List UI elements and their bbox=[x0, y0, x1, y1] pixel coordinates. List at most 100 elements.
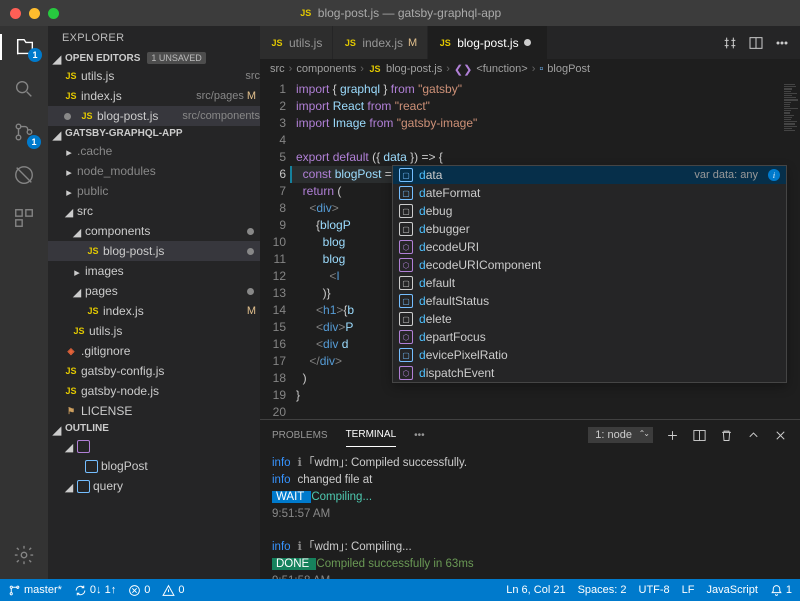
tree-item[interactable]: JSgatsby-config.js bbox=[48, 361, 260, 381]
editor-tabs: JSutils.jsJSindex.jsMJSblog-post.js bbox=[260, 26, 800, 59]
var-icon: ▢ bbox=[399, 294, 413, 308]
encoding[interactable]: UTF-8 bbox=[639, 584, 670, 596]
kw-icon: ▢ bbox=[399, 312, 413, 326]
tree-item[interactable]: ⚑LICENSE bbox=[48, 401, 260, 421]
split-terminal-icon[interactable] bbox=[692, 428, 707, 443]
outline-item[interactable]: blogPost bbox=[48, 456, 260, 476]
sidebar: EXPLORER ◢OPEN EDITORS1 UNSAVED JSutils.… bbox=[48, 26, 260, 579]
tree-item[interactable]: JSblog-post.js bbox=[48, 241, 260, 261]
panel-more[interactable]: ••• bbox=[414, 424, 425, 447]
tab-terminal[interactable]: TERMINAL bbox=[346, 423, 397, 447]
tree-item[interactable]: ◢components bbox=[48, 221, 260, 241]
info-icon[interactable]: i bbox=[768, 169, 780, 181]
js-file-icon: JS bbox=[64, 364, 78, 378]
suggest-item[interactable]: ▢default bbox=[393, 274, 786, 292]
trash-icon[interactable] bbox=[719, 428, 734, 443]
open-editor-item[interactable]: JSindex.jssrc/pagesM bbox=[48, 86, 260, 106]
extensions-icon[interactable] bbox=[13, 207, 35, 232]
tree-item[interactable]: ▸.cache bbox=[48, 141, 260, 161]
suggest-item[interactable]: ▢datavar data: anyi bbox=[393, 166, 786, 184]
js-file-icon: JS bbox=[80, 109, 94, 123]
source-control-icon[interactable]: 1 bbox=[13, 121, 35, 146]
kw-icon: ▢ bbox=[399, 204, 413, 218]
close-panel-icon[interactable] bbox=[773, 428, 788, 443]
suggest-item[interactable]: ⬡decodeURI bbox=[393, 238, 786, 256]
suggest-item[interactable]: ▢debugger bbox=[393, 220, 786, 238]
editor-tab[interactable]: JSindex.jsM bbox=[333, 26, 428, 59]
tree-item[interactable]: ▸node_modules bbox=[48, 161, 260, 181]
error-count[interactable]: 0 bbox=[128, 584, 150, 597]
var-icon: ▢ bbox=[399, 348, 413, 362]
git-branch[interactable]: master* bbox=[8, 584, 62, 597]
outline-header[interactable]: ◢OUTLINE bbox=[48, 421, 260, 436]
project-header[interactable]: ◢GATSBY-GRAPHQL-APP bbox=[48, 126, 260, 141]
js-file-icon: JS bbox=[86, 244, 100, 258]
panel: PROBLEMS TERMINAL ••• 1: node info ℹ ｢wd… bbox=[260, 419, 800, 579]
js-file-icon: JS bbox=[64, 384, 78, 398]
editor-tab[interactable]: JSutils.js bbox=[260, 26, 333, 59]
tree-item[interactable]: JSutils.js bbox=[48, 321, 260, 341]
intellisense-popup[interactable]: ▢datavar data: anyi▢dateFormat▢debug▢deb… bbox=[392, 165, 787, 383]
terminal-select[interactable]: 1: node bbox=[588, 427, 653, 443]
search-icon[interactable] bbox=[13, 78, 35, 103]
tree-item[interactable]: JSgatsby-node.js bbox=[48, 381, 260, 401]
titlebar: JSblog-post.js — gatsby-graphql-app bbox=[0, 0, 800, 26]
suggest-item[interactable]: ▢debug bbox=[393, 202, 786, 220]
split-editor-icon[interactable] bbox=[748, 35, 764, 51]
terminal-output[interactable]: info ℹ ｢wdm｣: Compiled successfully.info… bbox=[260, 450, 800, 579]
open-editor-item[interactable]: JSblog-post.jssrc/components bbox=[48, 106, 260, 126]
new-terminal-icon[interactable] bbox=[665, 428, 680, 443]
outline-item[interactable]: ◢ bbox=[48, 436, 260, 456]
window-title: JSblog-post.js — gatsby-graphql-app bbox=[299, 6, 501, 20]
open-editor-item[interactable]: JSutils.jssrc bbox=[48, 66, 260, 86]
var-icon: ▢ bbox=[399, 168, 413, 182]
tree-item[interactable]: JSindex.jsM bbox=[48, 301, 260, 321]
settings-icon[interactable] bbox=[13, 544, 35, 569]
explorer-title: EXPLORER bbox=[48, 26, 260, 50]
suggest-item[interactable]: ▢defaultStatus bbox=[393, 292, 786, 310]
window-controls bbox=[0, 8, 59, 19]
breadcrumb[interactable]: src› components› JSblog-post.js› ❮❯<func… bbox=[260, 59, 800, 79]
statusbar: master* 0↓ 1↑ 0 0 Ln 6, Col 21 Spaces: 2… bbox=[0, 579, 800, 601]
editor-tab[interactable]: JSblog-post.js bbox=[428, 26, 547, 59]
tree-item[interactable]: ▸images bbox=[48, 261, 260, 281]
tree-item[interactable]: ◢src bbox=[48, 201, 260, 221]
open-editors-header[interactable]: ◢OPEN EDITORS1 UNSAVED bbox=[48, 50, 260, 66]
more-icon[interactable] bbox=[774, 35, 790, 51]
tree-item[interactable]: ◢pages bbox=[48, 281, 260, 301]
sync-status[interactable]: 0↓ 1↑ bbox=[74, 584, 116, 597]
js-file-icon: JS bbox=[270, 36, 284, 50]
debug-icon[interactable] bbox=[13, 164, 35, 189]
js-file-icon: JS bbox=[343, 36, 357, 50]
fn-icon: ⬡ bbox=[399, 330, 413, 344]
close-icon[interactable] bbox=[10, 8, 21, 19]
indentation[interactable]: Spaces: 2 bbox=[578, 584, 627, 596]
suggest-item[interactable]: ▢devicePixelRatio bbox=[393, 346, 786, 364]
maximize-icon[interactable] bbox=[48, 8, 59, 19]
eol[interactable]: LF bbox=[682, 584, 695, 596]
function-icon bbox=[77, 440, 90, 453]
suggest-item[interactable]: ▢delete bbox=[393, 310, 786, 328]
maximize-panel-icon[interactable] bbox=[746, 428, 761, 443]
js-file-icon: JS bbox=[438, 36, 452, 50]
language-mode[interactable]: JavaScript bbox=[707, 584, 758, 596]
warning-count[interactable]: 0 bbox=[162, 584, 184, 597]
outline-item[interactable]: ◢query bbox=[48, 476, 260, 496]
suggest-item[interactable]: ⬡departFocus bbox=[393, 328, 786, 346]
compare-icon[interactable] bbox=[722, 35, 738, 51]
tab-problems[interactable]: PROBLEMS bbox=[272, 424, 328, 447]
suggest-item[interactable]: ⬡decodeURIComponent bbox=[393, 256, 786, 274]
js-file-icon: JS bbox=[86, 304, 100, 318]
explorer-icon[interactable]: 1 bbox=[0, 34, 48, 60]
fn-icon: ⬡ bbox=[399, 258, 413, 272]
code-editor[interactable]: 1234567891011121314151617181920 import {… bbox=[260, 79, 800, 419]
cursor-position[interactable]: Ln 6, Col 21 bbox=[506, 584, 565, 596]
notifications-icon[interactable]: 1 bbox=[770, 584, 792, 597]
tree-item[interactable]: ◈.gitignore bbox=[48, 341, 260, 361]
minimize-icon[interactable] bbox=[29, 8, 40, 19]
variable-icon bbox=[85, 460, 98, 473]
suggest-item[interactable]: ▢dateFormat bbox=[393, 184, 786, 202]
tree-item[interactable]: ▸public bbox=[48, 181, 260, 201]
js-file-icon: JS bbox=[72, 324, 86, 338]
suggest-item[interactable]: ⬡dispatchEvent bbox=[393, 364, 786, 382]
